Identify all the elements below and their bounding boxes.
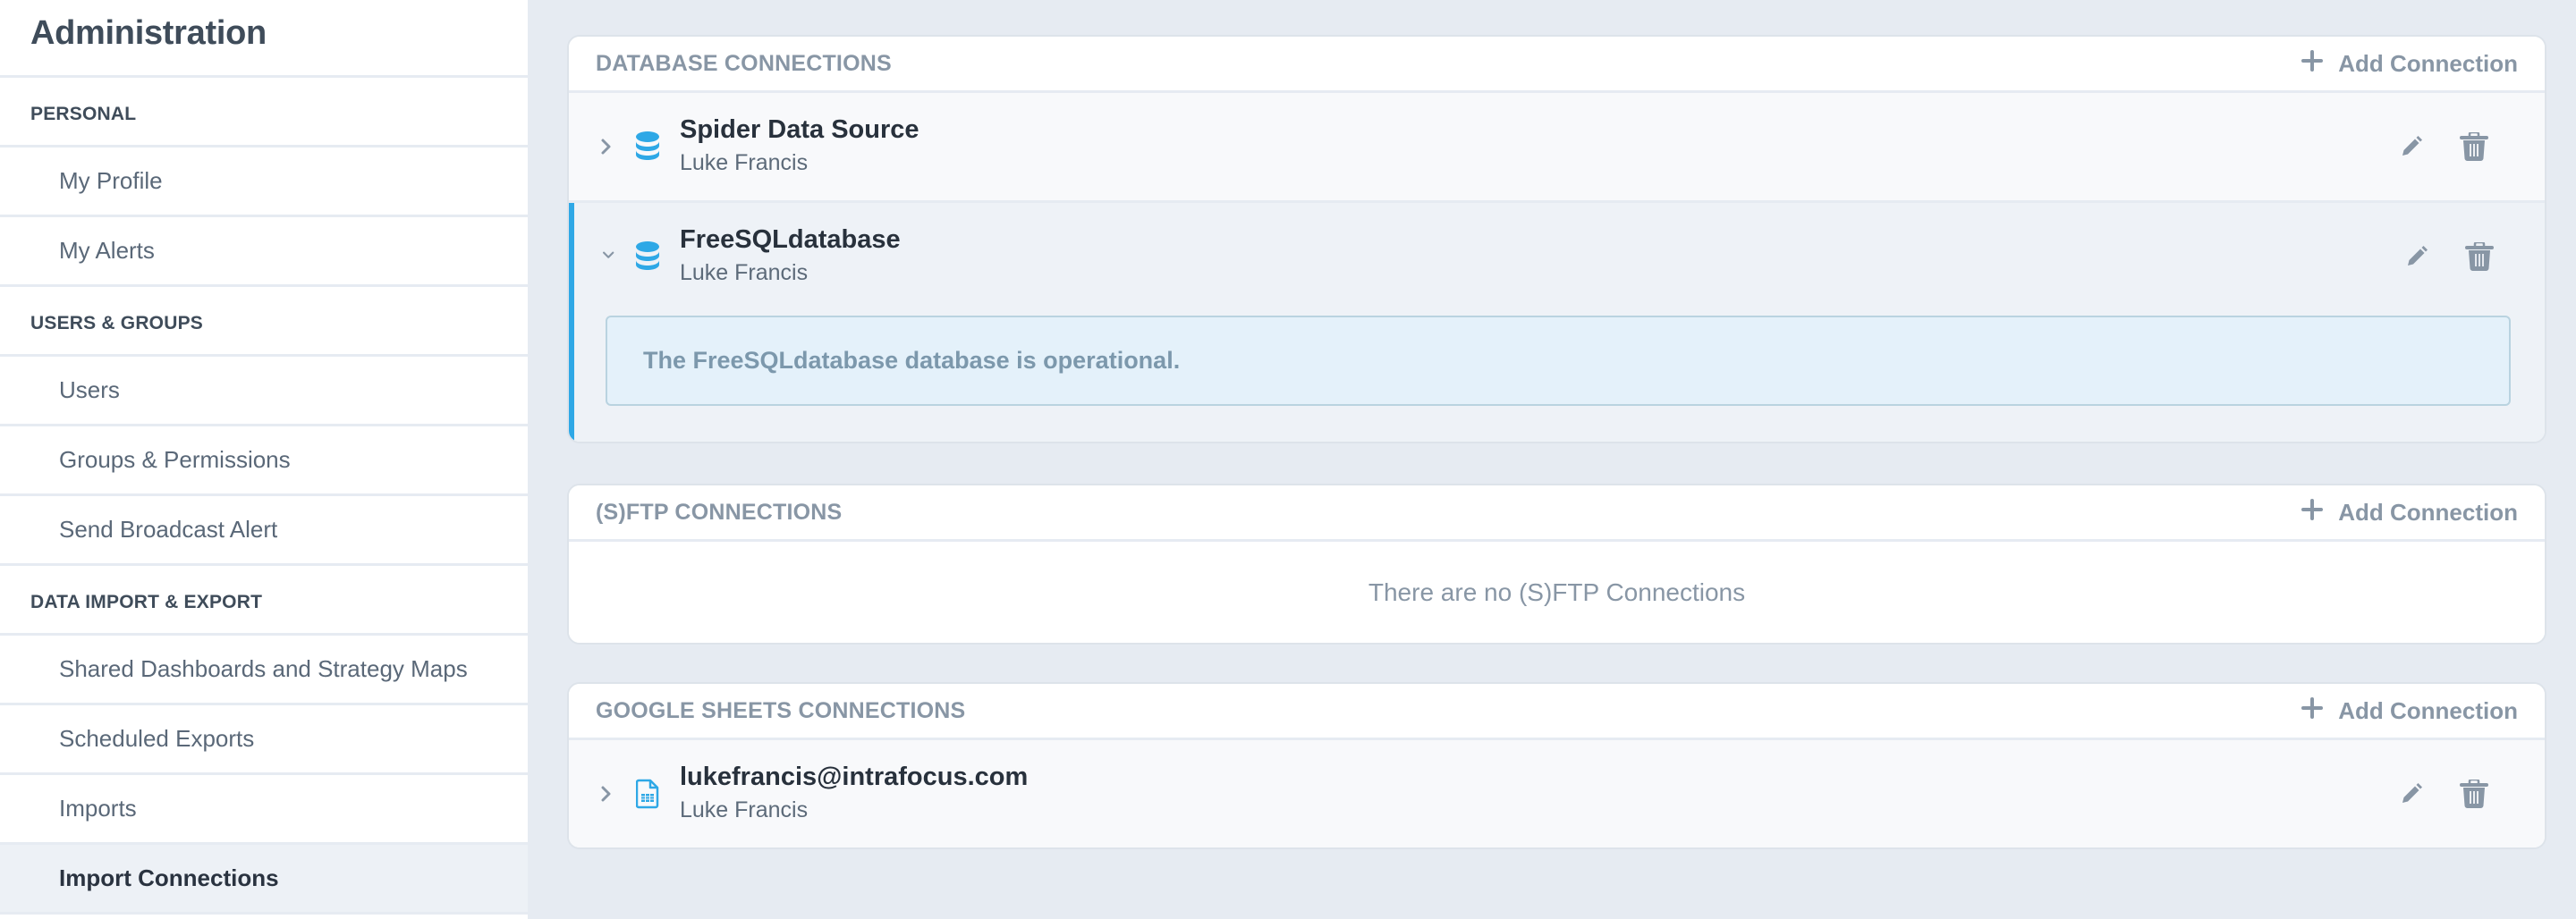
add-connection-label: Add Connection — [2338, 49, 2518, 77]
connection-row-expanded[interactable]: FreeSQLdatabase Luke Francis The FreeSQL… — [569, 203, 2545, 442]
card-header: (S)FTP CONNECTIONS Add Connection — [569, 485, 2545, 542]
database-icon — [631, 131, 664, 162]
delete-trash-icon[interactable] — [2459, 132, 2489, 161]
edit-pencil-icon[interactable] — [2400, 135, 2423, 158]
database-icon — [631, 241, 664, 272]
add-database-connection-button[interactable]: Add Connection — [2301, 49, 2518, 79]
card-title: (S)FTP CONNECTIONS — [596, 499, 843, 525]
card-header: DATABASE CONNECTIONS Add Connection — [569, 37, 2545, 93]
chevron-right-icon[interactable] — [592, 784, 621, 804]
sidebar-item-groups-permissions[interactable]: Groups & Permissions — [0, 426, 528, 496]
plus-icon — [2301, 49, 2324, 79]
add-sftp-connection-button[interactable]: Add Connection — [2301, 498, 2518, 527]
section-label-users-groups: USERS & GROUPS — [0, 287, 528, 357]
delete-trash-icon[interactable] — [2464, 242, 2495, 271]
connection-details: The FreeSQLdatabase database is operatio… — [574, 310, 2545, 442]
sidebar-item-send-broadcast-alert[interactable]: Send Broadcast Alert — [0, 496, 528, 566]
plus-icon — [2301, 498, 2324, 527]
google-sheets-connections-card: GOOGLE SHEETS CONNECTIONS Add Connection… — [567, 682, 2546, 849]
connection-row[interactable]: Spider Data Source Luke Francis — [569, 93, 2545, 203]
card-header: GOOGLE SHEETS CONNECTIONS Add Connection — [569, 684, 2545, 740]
status-alert: The FreeSQLdatabase database is operatio… — [606, 316, 2511, 406]
card-title: DATABASE CONNECTIONS — [596, 50, 892, 76]
connection-name: Spider Data Source — [680, 115, 919, 144]
sidebar-title: Administration — [30, 13, 267, 52]
edit-pencil-icon[interactable] — [2405, 245, 2428, 268]
main-content: DATABASE CONNECTIONS Add Connection Spid… — [528, 0, 2576, 919]
chevron-right-icon[interactable] — [592, 137, 621, 156]
section-label-personal: PERSONAL — [0, 78, 528, 148]
section-label-data-import-export: DATA IMPORT & EXPORT — [0, 566, 528, 636]
spreadsheet-icon — [631, 779, 664, 809]
connection-owner: Luke Francis — [680, 797, 809, 822]
add-sheets-connection-button[interactable]: Add Connection — [2301, 696, 2518, 726]
edit-pencil-icon[interactable] — [2400, 782, 2423, 805]
sidebar-item-users[interactable]: Users — [0, 357, 528, 426]
database-connections-card: DATABASE CONNECTIONS Add Connection Spid… — [567, 35, 2546, 443]
add-connection-label: Add Connection — [2338, 498, 2518, 526]
card-title: GOOGLE SHEETS CONNECTIONS — [596, 697, 966, 723]
sidebar-header: Administration — [0, 0, 528, 78]
connection-row[interactable]: lukefrancis@intrafocus.com Luke Francis — [569, 740, 2545, 847]
empty-state-message: There are no (S)FTP Connections — [569, 542, 2545, 643]
connection-name: FreeSQLdatabase — [680, 225, 901, 254]
admin-sidebar: Administration PERSONAL My Profile My Al… — [0, 0, 528, 919]
sidebar-item-scheduled-exports[interactable]: Scheduled Exports — [0, 705, 528, 775]
chevron-down-icon[interactable] — [592, 249, 621, 264]
sidebar-item-shared-dashboards[interactable]: Shared Dashboards and Strategy Maps — [0, 636, 528, 705]
connection-owner: Luke Francis — [680, 260, 809, 285]
plus-icon — [2301, 696, 2324, 726]
connection-owner: Luke Francis — [680, 150, 809, 175]
delete-trash-icon[interactable] — [2459, 780, 2489, 808]
add-connection-label: Add Connection — [2338, 696, 2518, 724]
sftp-connections-card: (S)FTP CONNECTIONS Add Connection There … — [567, 484, 2546, 645]
sidebar-item-my-alerts[interactable]: My Alerts — [0, 217, 528, 287]
sidebar-item-my-profile[interactable]: My Profile — [0, 148, 528, 217]
sidebar-item-imports[interactable]: Imports — [0, 775, 528, 845]
connection-name: lukefrancis@intrafocus.com — [680, 763, 1029, 791]
sidebar-item-import-connections[interactable]: Import Connections — [0, 845, 528, 915]
